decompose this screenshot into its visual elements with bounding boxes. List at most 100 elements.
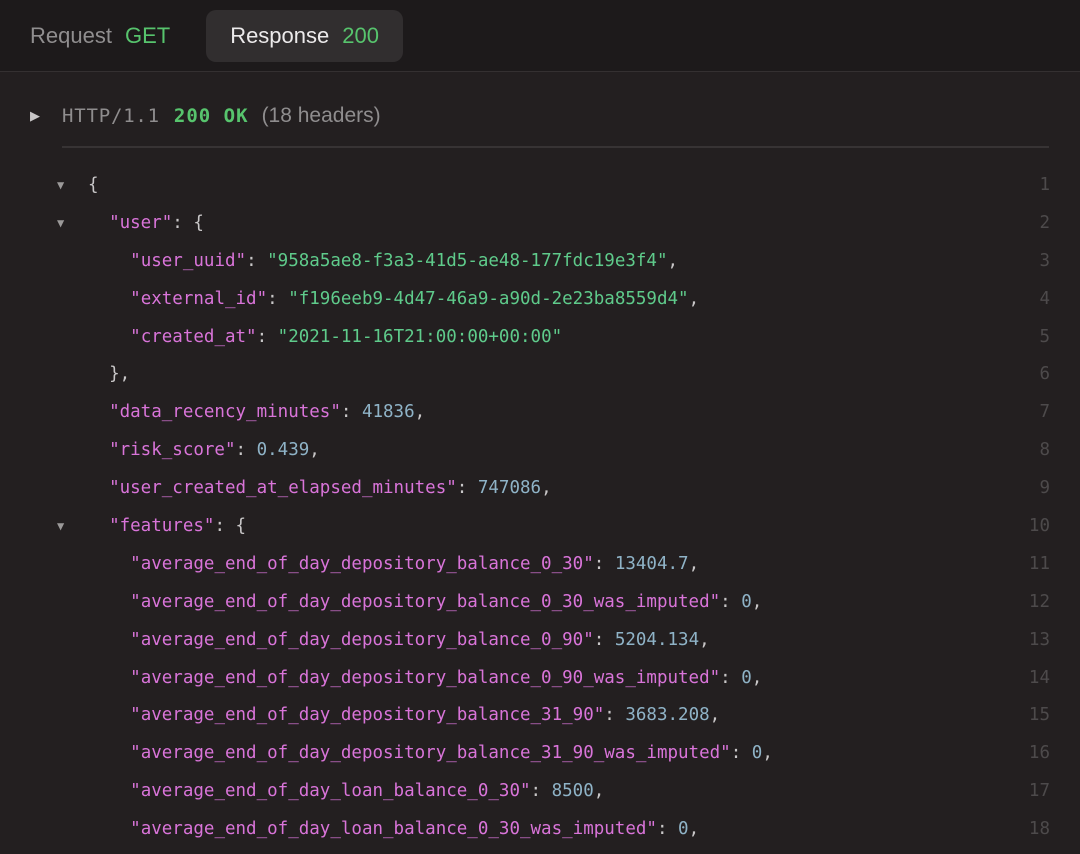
response-status-badge: 200 — [342, 23, 379, 49]
headers-count: (18 headers) — [262, 104, 381, 128]
token-num: 5204.134 — [615, 630, 699, 650]
collapse-arrow-icon[interactable]: ▼ — [57, 205, 64, 243]
token-punct: , — [752, 668, 763, 688]
token-punct: }, — [109, 364, 130, 384]
request-method-badge: GET — [125, 23, 170, 49]
token-punct: , — [689, 554, 700, 574]
json-line: "average_end_of_day_loan_balance_0_30_wa… — [0, 811, 1080, 849]
token-key: "user_uuid" — [130, 251, 246, 271]
json-line-content: "user": { — [88, 205, 204, 243]
json-line-content: "average_end_of_day_depository_balance_0… — [88, 622, 710, 660]
line-number: 18 — [1029, 811, 1050, 849]
token-num: 0 — [741, 668, 752, 688]
line-number: 8 — [1039, 432, 1050, 470]
token-punct: : — [594, 630, 615, 650]
line-number: 1 — [1039, 167, 1050, 205]
json-line-content: "average_end_of_day_loan_balance_0_30_wa… — [88, 811, 699, 849]
token-punct: : — [594, 554, 615, 574]
token-key: "average_end_of_day_depository_balance_0… — [130, 592, 720, 612]
line-number: 5 — [1039, 319, 1050, 357]
token-key: "average_end_of_day_depository_balance_3… — [130, 705, 604, 725]
token-punct: , — [668, 251, 679, 271]
token-punct: , — [415, 402, 426, 422]
token-punct: , — [699, 630, 710, 650]
response-panel: ▶ HTTP/1.1 200 OK (18 headers) ▼ {1 ▼ "use… — [0, 72, 1080, 853]
token-punct: : — [236, 440, 257, 460]
json-line: "user_created_at_elapsed_minutes": 74708… — [0, 470, 1080, 508]
json-line: "data_recency_minutes": 41836, 7 — [0, 394, 1080, 432]
token-key: "user" — [109, 213, 172, 233]
http-status-line: ▶ HTTP/1.1 200 OK (18 headers) — [0, 98, 1080, 134]
json-line-content: "average_end_of_day_depository_balance_0… — [88, 546, 699, 584]
json-line-content: "data_recency_minutes": 41836, — [88, 394, 425, 432]
json-line-content: "features": { — [88, 508, 246, 546]
token-key: "created_at" — [130, 327, 256, 347]
request-response-tabbar: Request GET Response 200 — [0, 0, 1080, 72]
token-str: "2021-11-16T21:00:00+00:00" — [278, 327, 562, 347]
collapse-arrow-icon[interactable]: ▼ — [57, 167, 64, 205]
json-line-content: "external_id": "f196eeb9-4d47-46a9-a90d-… — [88, 281, 699, 319]
line-number: 10 — [1029, 508, 1050, 546]
token-str: "f196eeb9-4d47-46a9-a90d-2e23ba8559d4" — [288, 289, 688, 309]
response-tab-label: Response — [230, 23, 329, 49]
line-number: 13 — [1029, 622, 1050, 660]
json-line-content: "average_end_of_day_depository_balance_3… — [88, 697, 720, 735]
token-key: "average_end_of_day_loan_balance_0_30" — [130, 781, 530, 801]
token-punct: : — [731, 743, 752, 763]
token-num: 3683.208 — [625, 705, 709, 725]
token-key: "user_created_at_elapsed_minutes" — [109, 478, 457, 498]
token-punct: , — [762, 743, 773, 763]
token-punct: : — [246, 251, 267, 271]
token-punct: , — [309, 440, 320, 460]
json-viewer: ▼ {1 ▼ "user": { 2 "user_uuid": "958a5ae8-f… — [0, 167, 1080, 849]
collapse-arrow-icon[interactable]: ▼ — [57, 508, 64, 546]
json-line: "average_end_of_day_depository_balance_0… — [0, 546, 1080, 584]
json-line: "created_at": "2021-11-16T21:00:00+00:00… — [0, 319, 1080, 357]
json-line: "risk_score": 0.439, 8 — [0, 432, 1080, 470]
json-line: "external_id": "f196eeb9-4d47-46a9-a90d-… — [0, 281, 1080, 319]
token-punct: { — [88, 175, 99, 195]
json-line: ▼ {1 — [0, 167, 1080, 205]
tab-response[interactable]: Response 200 — [206, 10, 403, 62]
http-status-code: 200 OK — [174, 105, 249, 127]
token-num: 0.439 — [257, 440, 310, 460]
token-num: 747086 — [478, 478, 541, 498]
http-protocol: HTTP/1.1 — [62, 105, 160, 127]
line-number: 12 — [1029, 584, 1050, 622]
json-line-content: "user_created_at_elapsed_minutes": 74708… — [88, 470, 552, 508]
line-number: 7 — [1039, 394, 1050, 432]
token-punct: : — [720, 668, 741, 688]
token-punct: : — [267, 289, 288, 309]
token-key: "average_end_of_day_depository_balance_0… — [130, 630, 594, 650]
token-punct: , — [689, 819, 700, 839]
token-punct: , — [710, 705, 721, 725]
line-number: 6 — [1039, 356, 1050, 394]
header-separator — [62, 146, 1049, 148]
json-line-content: "user_uuid": "958a5ae8-f3a3-41d5-ae48-17… — [88, 243, 678, 281]
line-number: 17 — [1029, 773, 1050, 811]
token-punct: : — [457, 478, 478, 498]
line-number: 15 — [1029, 697, 1050, 735]
json-line: ▼ "features": { 10 — [0, 508, 1080, 546]
tab-request[interactable]: Request GET — [30, 23, 170, 49]
token-punct: : — [341, 402, 362, 422]
token-key: "features" — [109, 516, 214, 536]
line-number: 2 — [1039, 205, 1050, 243]
json-line: "average_end_of_day_loan_balance_0_30": … — [0, 773, 1080, 811]
line-number: 4 — [1039, 281, 1050, 319]
token-punct: : — [720, 592, 741, 612]
token-punct: , — [752, 592, 763, 612]
json-line: "average_end_of_day_depository_balance_0… — [0, 660, 1080, 698]
token-key: "data_recency_minutes" — [109, 402, 341, 422]
headers-expand-icon[interactable]: ▶ — [30, 108, 62, 124]
request-tab-label: Request — [30, 23, 112, 49]
json-line-content: "average_end_of_day_depository_balance_0… — [88, 660, 762, 698]
token-punct: : — [257, 327, 278, 347]
json-line: "average_end_of_day_depository_balance_3… — [0, 735, 1080, 773]
token-num: 0 — [752, 743, 763, 763]
token-num: 0 — [741, 592, 752, 612]
json-line-content: "risk_score": 0.439, — [88, 432, 320, 470]
json-line: "average_end_of_day_depository_balance_0… — [0, 622, 1080, 660]
json-line-content: "created_at": "2021-11-16T21:00:00+00:00… — [88, 319, 562, 357]
token-punct: : { — [172, 213, 204, 233]
